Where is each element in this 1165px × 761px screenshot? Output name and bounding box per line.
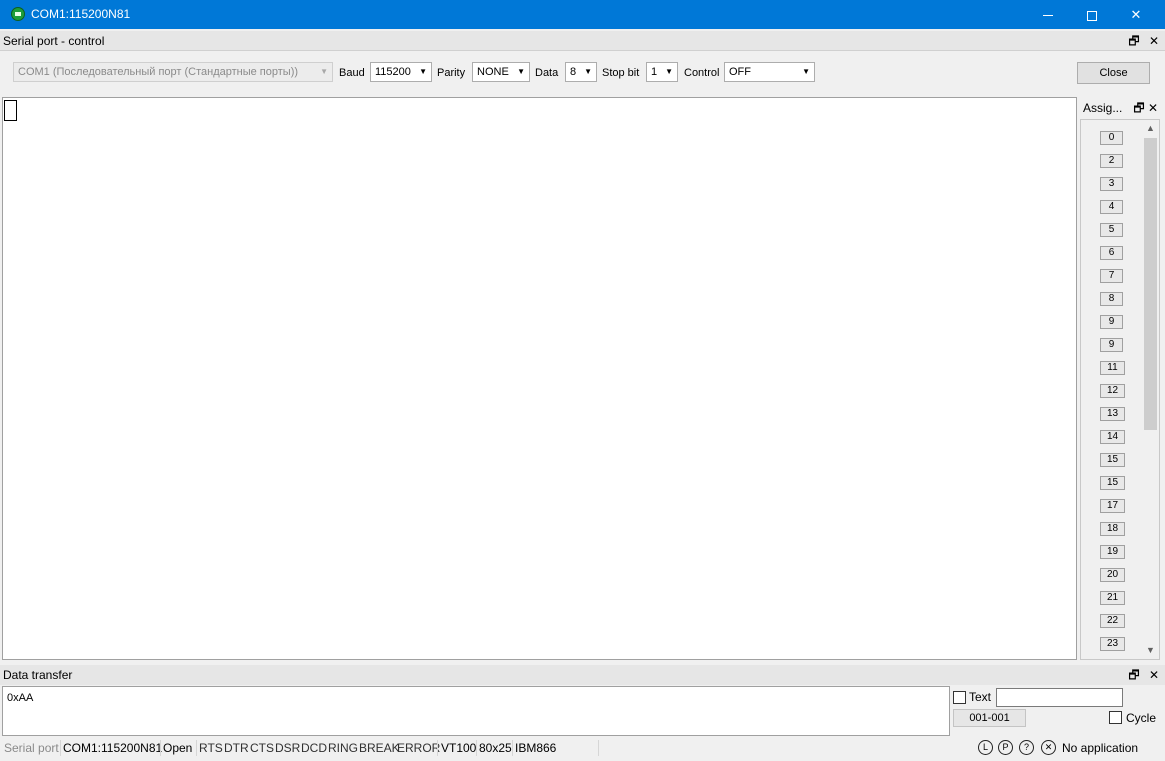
assign-button-21[interactable]: 21 (1100, 591, 1125, 605)
assign-button-4[interactable]: 4 (1100, 200, 1123, 214)
signal-dtr: DTR (224, 741, 249, 755)
baud-select[interactable]: 115200 ▼ (370, 62, 432, 82)
float-icon[interactable]: 🗗 (1127, 31, 1141, 51)
close-icon[interactable]: ✕ (1146, 98, 1160, 118)
assign-button-2[interactable]: 2 (1100, 154, 1123, 168)
serial-port-label: Serial port (4, 741, 59, 755)
port-status: COM1:115200N81 (63, 741, 163, 755)
assign-button-15[interactable]: 15 (1100, 453, 1125, 467)
chevron-down-icon: ▼ (584, 67, 592, 76)
assign-button-7[interactable]: 7 (1100, 269, 1123, 283)
float-icon[interactable]: 🗗 (1132, 98, 1146, 118)
control-panel-titlebar: Serial port - control 🗗 ✕ (0, 31, 1165, 51)
terminal-cursor (4, 100, 17, 121)
control-panel-title: Serial port - control (3, 34, 105, 48)
help-icon[interactable]: ? (1019, 740, 1034, 755)
signal-dsr: DSR (275, 741, 301, 755)
data-transfer-title: Data transfer (3, 668, 73, 682)
close-icon: ✕ (1130, 7, 1142, 22)
close-icon[interactable]: ✕ (1147, 665, 1161, 685)
signal-error: ERROR (397, 741, 441, 755)
cycle-checkbox-label: Cycle (1126, 711, 1157, 725)
assign-button-5[interactable]: 5 (1100, 223, 1123, 237)
data-transfer-input[interactable]: 0xAA (2, 686, 950, 736)
chevron-down-icon: ▼ (665, 67, 673, 76)
signal-cts: CTS (250, 741, 274, 755)
assign-button-3[interactable]: 3 (1100, 177, 1123, 191)
assign-button-11[interactable]: 11 (1100, 361, 1125, 375)
text-checkbox[interactable] (953, 691, 966, 704)
control-label: Control (684, 67, 720, 79)
minimize-button[interactable] (1025, 0, 1071, 29)
baud-label: Baud (339, 67, 365, 79)
text-checkbox-label: Text (969, 690, 992, 704)
assign-panel-title: Assig... (1083, 101, 1123, 115)
application-status: No application (1062, 741, 1139, 755)
assign-button-8[interactable]: 8 (1100, 292, 1123, 306)
p-status-icon[interactable]: P (998, 740, 1013, 755)
assign-button-0[interactable]: 0 (1100, 131, 1123, 145)
assign-button-12[interactable]: 12 (1100, 384, 1125, 398)
assign-button-20[interactable]: 20 (1100, 568, 1125, 582)
maximize-button[interactable] (1069, 0, 1115, 29)
assign-button-15[interactable]: 15 (1100, 476, 1125, 490)
assign-panel-titlebar: Assig... 🗗 ✕ (1080, 98, 1160, 118)
text-field[interactable] (996, 688, 1123, 707)
statusbar: Serial port COM1:115200N81 Open RTS DTR … (0, 737, 1165, 761)
close-window-button[interactable]: ✕ (1113, 0, 1159, 29)
signal-ring: RING (328, 741, 358, 755)
serial-terminal-icon (11, 7, 25, 21)
assign-button-19[interactable]: 19 (1100, 545, 1125, 559)
data-bits-select[interactable]: 8 ▼ (565, 62, 597, 82)
chevron-down-icon: ▼ (802, 67, 810, 76)
signal-break: BREAK (359, 741, 400, 755)
parity-label: Parity (437, 67, 466, 79)
assign-button-13[interactable]: 13 (1100, 407, 1125, 421)
assign-button-17[interactable]: 17 (1100, 499, 1125, 513)
parity-select[interactable]: NONE ▼ (472, 62, 530, 82)
close-icon[interactable]: ✕ (1147, 31, 1161, 51)
minimize-icon (1043, 15, 1053, 17)
flow-control-select[interactable]: OFF ▼ (724, 62, 815, 82)
stop-bit-label: Stop bit (602, 67, 640, 79)
assign-button-6[interactable]: 6 (1100, 246, 1123, 260)
terminal-size: 80x25 (479, 741, 512, 755)
cancel-icon[interactable]: ✕ (1041, 740, 1056, 755)
data-bits-label: Data (535, 67, 559, 79)
assign-button-9[interactable]: 9 (1100, 315, 1123, 329)
codepage: IBM866 (515, 741, 557, 755)
scroll-up-icon[interactable]: ▲ (1142, 120, 1159, 137)
assign-button-18[interactable]: 18 (1100, 522, 1125, 536)
counter-button[interactable]: 001-001 (953, 709, 1026, 727)
assign-button-23[interactable]: 23 (1100, 637, 1125, 651)
float-icon[interactable]: 🗗 (1127, 665, 1141, 685)
window-title: COM1:115200N81 (31, 7, 131, 21)
chevron-down-icon: ▼ (419, 67, 427, 76)
port-state: Open (163, 741, 193, 755)
signal-dcd: DCD (301, 741, 327, 755)
assign-button-14[interactable]: 14 (1100, 430, 1125, 444)
scrollbar-thumb[interactable] (1144, 138, 1157, 430)
close-port-button[interactable]: Close (1077, 62, 1150, 84)
signal-rts: RTS (199, 741, 223, 755)
scroll-down-icon[interactable]: ▼ (1142, 642, 1159, 659)
chevron-down-icon: ▼ (320, 67, 328, 76)
port-select[interactable]: COM1 (Последовательный порт (Стандартные… (13, 62, 333, 82)
terminal-view[interactable] (2, 97, 1077, 660)
assign-button-9[interactable]: 9 (1100, 338, 1123, 352)
assign-scrollbar[interactable]: ▲ ▼ (1142, 120, 1159, 659)
assign-panel: 0 2 3 4 5 6 7 8 9 9 11 12 13 14 15 15 17 18 19 20 21 22 23 ▲ ▼ (1080, 119, 1160, 660)
window-titlebar: COM1:115200N81 ✕ (0, 0, 1165, 29)
assign-button-22[interactable]: 22 (1100, 614, 1125, 628)
stop-bit-select[interactable]: 1 ▼ (646, 62, 678, 82)
emulation-mode: VT100 (441, 741, 477, 755)
maximize-icon (1087, 10, 1097, 21)
l-status-icon[interactable]: L (978, 740, 993, 755)
chevron-down-icon: ▼ (517, 67, 525, 76)
cycle-checkbox[interactable] (1109, 711, 1122, 724)
data-transfer-titlebar: Data transfer 🗗 ✕ (0, 665, 1165, 685)
